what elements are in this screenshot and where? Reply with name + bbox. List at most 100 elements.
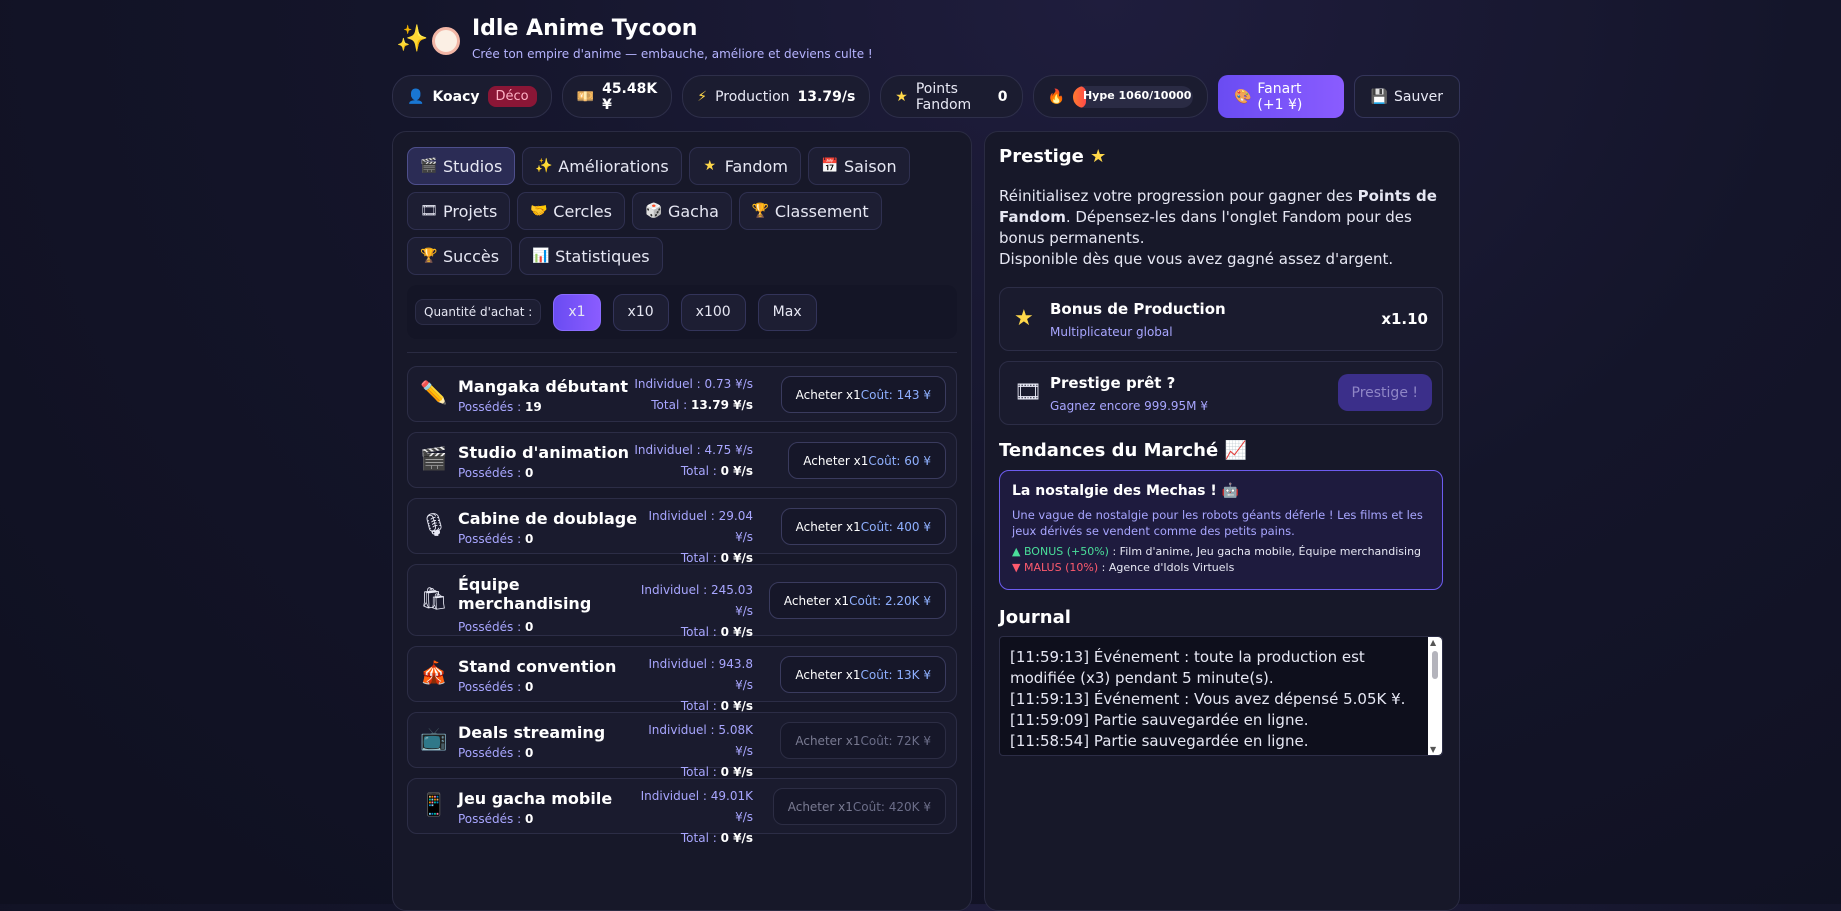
naruto-swirl-icon <box>432 27 460 55</box>
qty-x10-button[interactable]: x10 <box>612 293 669 331</box>
buy-button[interactable]: Acheter x1 Coût: 60 ¥ <box>788 442 946 479</box>
money-icon: 💴 <box>576 88 595 105</box>
production-pill: ⚡ Production 13.79/s <box>682 75 871 118</box>
building-stats: Individuel : 245.03 ¥/s Total : 0 ¥/s <box>633 580 753 643</box>
prestige-desc-part1: Réinitialisez votre progression pour gag… <box>999 187 1358 205</box>
building-owned: Possédés : 0 <box>458 812 533 826</box>
total-label: Total : <box>680 464 717 478</box>
prestige-description: Réinitialisez votre progression pour gag… <box>999 186 1439 270</box>
building-name: Cabine de doublage <box>458 509 638 528</box>
individual-label: Individuel : <box>634 443 701 457</box>
scroll-thumb[interactable] <box>1432 651 1438 679</box>
buy-label: Acheter x1 <box>795 519 861 534</box>
qty-x100-button[interactable]: x100 <box>680 293 746 331</box>
user-icon: 👤 <box>407 88 425 105</box>
buy-button[interactable]: Acheter x1 Coût: 143 ¥ <box>780 376 946 413</box>
total-label: Total : <box>651 398 688 412</box>
malus-label: ▼ MALUS (10%) <box>1012 561 1099 574</box>
building-stats: Individuel : 29.04 ¥/s Total : 0 ¥/s <box>633 506 753 569</box>
trend-description: Une vague de nostalgie pour les robots g… <box>1012 508 1423 538</box>
tab-succes[interactable]: 🏆 Succès <box>407 237 513 275</box>
star-icon: ★ <box>1014 306 1034 331</box>
building-owned: Possédés : 0 <box>458 466 533 480</box>
tv-icon: 📺 <box>420 727 448 752</box>
total-label: Total : <box>680 625 717 639</box>
tab-cercles[interactable]: 🤝 Cercles <box>517 192 625 230</box>
production-bonus-card: ★ Bonus de Production Multiplicateur glo… <box>999 287 1443 351</box>
qty-x1-button[interactable]: x1 <box>553 293 601 331</box>
tab-gacha[interactable]: 🎲 Gacha <box>631 192 732 230</box>
user-pill: 👤 Koacy Déco <box>392 75 552 118</box>
tab-saison[interactable]: 📅 Saison <box>807 147 910 185</box>
buy-button[interactable]: Acheter x1 Coût: 400 ¥ <box>780 508 946 545</box>
prestige-ready-card: 🎞 Prestige prêt ? Gagnez encore 999.95M … <box>999 361 1443 425</box>
buy-cost: Coût: 420K ¥ <box>852 799 931 814</box>
building-item: 📺 Deals streaming Possédés : 0 Individuel :… <box>407 712 957 779</box>
individual-label: Individuel : <box>640 789 707 803</box>
pencil-icon: ✏️ <box>420 381 448 406</box>
building-item: 🎪 Stand convention Possédés : 0 Individuel … <box>407 646 957 713</box>
scroll-up-icon[interactable]: ▲ <box>1430 638 1436 647</box>
tab-studios[interactable]: 🎬 Studios <box>407 147 516 185</box>
total-label: Total : <box>680 831 717 845</box>
building-stats: Individuel : 0.73 ¥/s Total : 13.79 ¥/s <box>633 374 753 416</box>
lightning-icon: ⚡ <box>697 88 708 105</box>
buy-cost: Coût: 2.20K ¥ <box>849 593 931 608</box>
shopping-bag-icon: 🛍 <box>420 587 448 612</box>
total-value: 0 ¥/s <box>720 464 753 478</box>
total-value: 0 ¥/s <box>720 831 753 845</box>
star-icon: ★ <box>703 158 716 174</box>
tab-statistiques[interactable]: 📊 Statistiques <box>519 237 663 275</box>
tab-classement[interactable]: 🏆 Classement <box>738 192 882 230</box>
building-item: 🛍 Équipe merchandising Possédés : 0 Individ… <box>407 564 957 639</box>
tab-bar: 🎬 Studios ✨ Améliorations ★ Fandom 📅 Saison 🎞 Pro… <box>407 147 957 275</box>
building-name: Deals streaming <box>458 723 606 742</box>
buy-label: Acheter x1 <box>795 733 861 748</box>
buy-button[interactable]: Acheter x1 Coût: 2.20K ¥ <box>768 582 946 619</box>
individual-value: 5.08K ¥/s <box>718 723 753 758</box>
buy-button[interactable]: Acheter x1 Coût: 420K ¥ <box>772 788 946 825</box>
app-header: ✨ Idle Anime Tycoon Crée ton empire d'an… <box>396 16 873 61</box>
save-label: Sauver <box>1394 88 1443 105</box>
journal-line: [11:59:13] Événement : Vous avez dépensé… <box>1010 690 1406 708</box>
tab-label: Fandom <box>724 156 788 176</box>
building-list: ✏️ Mangaka débutant Possédés : 19 Individue… <box>407 366 957 845</box>
journal-log[interactable]: [11:59:13] Événement : toute la producti… <box>999 636 1443 756</box>
username: Koacy <box>432 88 480 105</box>
journal-line: [11:59:09] Partie sauvegardée en ligne. <box>1010 711 1309 729</box>
scroll-down-icon[interactable]: ▼ <box>1430 745 1436 754</box>
individual-value: 4.75 ¥/s <box>704 443 753 457</box>
journal-scrollbar[interactable]: ▲ ▼ <box>1428 637 1442 755</box>
building-owned: Possédés : 0 <box>458 620 533 634</box>
individual-value: 943.8 ¥/s <box>718 657 753 692</box>
tab-label: Succès <box>443 246 500 266</box>
hype-progress-bar: Hype 1060/10000 <box>1072 85 1193 108</box>
qty-max-button[interactable]: Max <box>757 293 817 331</box>
building-item: 📱 Jeu gacha mobile Possédés : 0 Individuel … <box>407 778 957 845</box>
prestige-button[interactable]: Prestige ! <box>1337 374 1432 411</box>
buy-button[interactable]: Acheter x1 Coût: 72K ¥ <box>780 722 946 759</box>
building-stats: Individuel : 49.01K ¥/s Total : 0 ¥/s <box>633 786 753 849</box>
buy-cost: Coût: 400 ¥ <box>860 519 931 534</box>
clapper-icon: 🎬 <box>420 158 438 174</box>
tab-label: Classement <box>774 201 869 221</box>
individual-value: 245.03 ¥/s <box>711 583 753 618</box>
bonus-subtitle: Multiplicateur global <box>1050 325 1173 339</box>
tab-ameliorations[interactable]: ✨ Améliorations <box>522 147 682 185</box>
fire-icon: 🔥 <box>1047 88 1065 105</box>
individual-value: 49.01K ¥/s <box>710 789 753 824</box>
star-icon: ★ <box>1090 146 1107 167</box>
tab-fandom[interactable]: ★ Fandom <box>688 147 801 185</box>
fanart-button[interactable]: 🎨 Fanart (+1 ¥) <box>1217 75 1344 118</box>
owned-count: 0 <box>524 746 534 760</box>
building-owned: Possédés : 0 <box>458 746 533 760</box>
save-button[interactable]: 💾 Sauver <box>1353 75 1460 118</box>
owned-count: 0 <box>524 532 534 546</box>
building-item: ✏️ Mangaka débutant Possédés : 19 Individue… <box>407 366 957 422</box>
individual-label: Individuel : <box>648 723 715 737</box>
tab-label: Gacha <box>667 201 719 221</box>
logout-button[interactable]: Déco <box>487 86 537 107</box>
owned-label: Possédés : <box>458 746 522 760</box>
buy-button[interactable]: Acheter x1 Coût: 13K ¥ <box>780 656 946 693</box>
tab-projets[interactable]: 🎞 Projets <box>407 192 511 230</box>
